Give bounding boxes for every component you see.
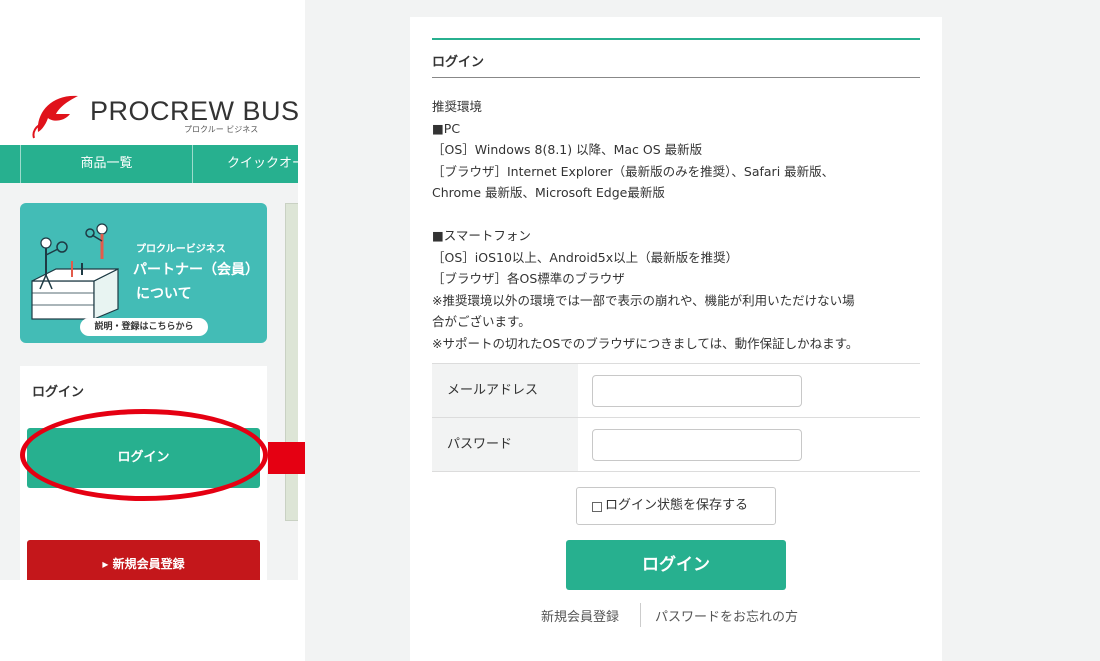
env-note: ※推奨環境以外の環境では一部で表示の崩れや、機能が利用いただけない場 bbox=[432, 292, 855, 308]
title-accent-line bbox=[432, 38, 920, 40]
email-row: メールアドレス bbox=[432, 364, 920, 418]
highlight-circle bbox=[20, 409, 268, 501]
password-field[interactable] bbox=[592, 429, 802, 461]
env-note: 合がございます。 bbox=[432, 314, 531, 329]
link-divider bbox=[640, 603, 641, 627]
email-field[interactable] bbox=[592, 375, 802, 407]
remember-login-toggle[interactable]: ログイン状態を保存する bbox=[576, 487, 776, 525]
global-nav: 商品一覧 クイックオー bbox=[0, 145, 298, 183]
remember-label: ログイン状態を保存する bbox=[605, 498, 749, 513]
nav-item-products[interactable]: 商品一覧 bbox=[21, 145, 192, 183]
password-label: パスワード bbox=[432, 418, 578, 471]
recommended-environment: 推奨環境 ■PC ［OS］Windows 8(8.1) 以降、Mac OS 最新… bbox=[432, 96, 920, 354]
site-screenshot-crop: PROCREW BUSIN プロクルー ビジネス 商品一覧 クイックオー bbox=[0, 0, 298, 580]
banner-title: について bbox=[136, 286, 192, 302]
env-pc-heading: ■PC bbox=[432, 120, 461, 136]
login-form: メールアドレス パスワード bbox=[432, 363, 920, 472]
env-pc-os: ［OS］Windows 8(8.1) 以降、Mac OS 最新版 bbox=[432, 142, 703, 157]
env-heading: 推奨環境 bbox=[432, 99, 483, 114]
partner-banner[interactable]: プロクルービジネス パートナー（会員） について 説明・登録はこちらから bbox=[20, 203, 267, 343]
env-pc-browser: ［ブラウザ］Internet Explorer（最新版のみを推奨）、Safari… bbox=[432, 163, 835, 179]
login-card: ログイン 推奨環境 ■PC ［OS］Windows 8(8.1) 以降、Mac … bbox=[410, 17, 942, 661]
nav-item-quick-order[interactable]: クイックオー bbox=[193, 145, 298, 183]
forgot-password-link[interactable]: パスワードをお忘れの方 bbox=[655, 606, 798, 625]
procrew-logo[interactable]: PROCREW BUSIN プロクルー ビジネス bbox=[30, 88, 298, 140]
env-sp-heading: ■スマートフォン bbox=[432, 228, 531, 243]
remember-checkbox[interactable] bbox=[592, 502, 602, 512]
sidebar-login-title: ログイン bbox=[32, 385, 85, 400]
logo-wordmark: PROCREW BUSIN bbox=[90, 96, 298, 126]
business-people-illustration bbox=[31, 223, 119, 320]
env-note: ※サポートの切れたOSでのブラウザにつきましては、動作保証しかねます。 bbox=[432, 335, 859, 351]
email-label: メールアドレス bbox=[432, 364, 578, 417]
register-link[interactable]: 新規会員登録 bbox=[541, 606, 619, 625]
password-row: パスワード bbox=[432, 418, 920, 472]
env-sp-os: ［OS］iOS10以上、Android5x以上（最新版を推奨） bbox=[432, 249, 739, 265]
env-pc-browser: Chrome 最新版、Microsoft Edge最新版 bbox=[432, 185, 665, 200]
title-divider bbox=[432, 77, 920, 78]
banner-title: パートナー（会員） bbox=[133, 262, 259, 278]
banner-cta[interactable]: 説明・登録はこちらから bbox=[80, 318, 208, 336]
page-title: ログイン bbox=[432, 55, 485, 70]
login-button[interactable]: ログイン bbox=[566, 540, 786, 590]
procrew-logo-icon bbox=[32, 95, 78, 139]
register-button[interactable]: ▸ 新規会員登録 bbox=[27, 540, 260, 580]
banner-brand: プロクルービジネス bbox=[136, 244, 226, 255]
logo-subtitle: プロクルー ビジネス bbox=[184, 125, 259, 134]
env-sp-browser: ［ブラウザ］各OS標準のブラウザ bbox=[432, 271, 625, 286]
